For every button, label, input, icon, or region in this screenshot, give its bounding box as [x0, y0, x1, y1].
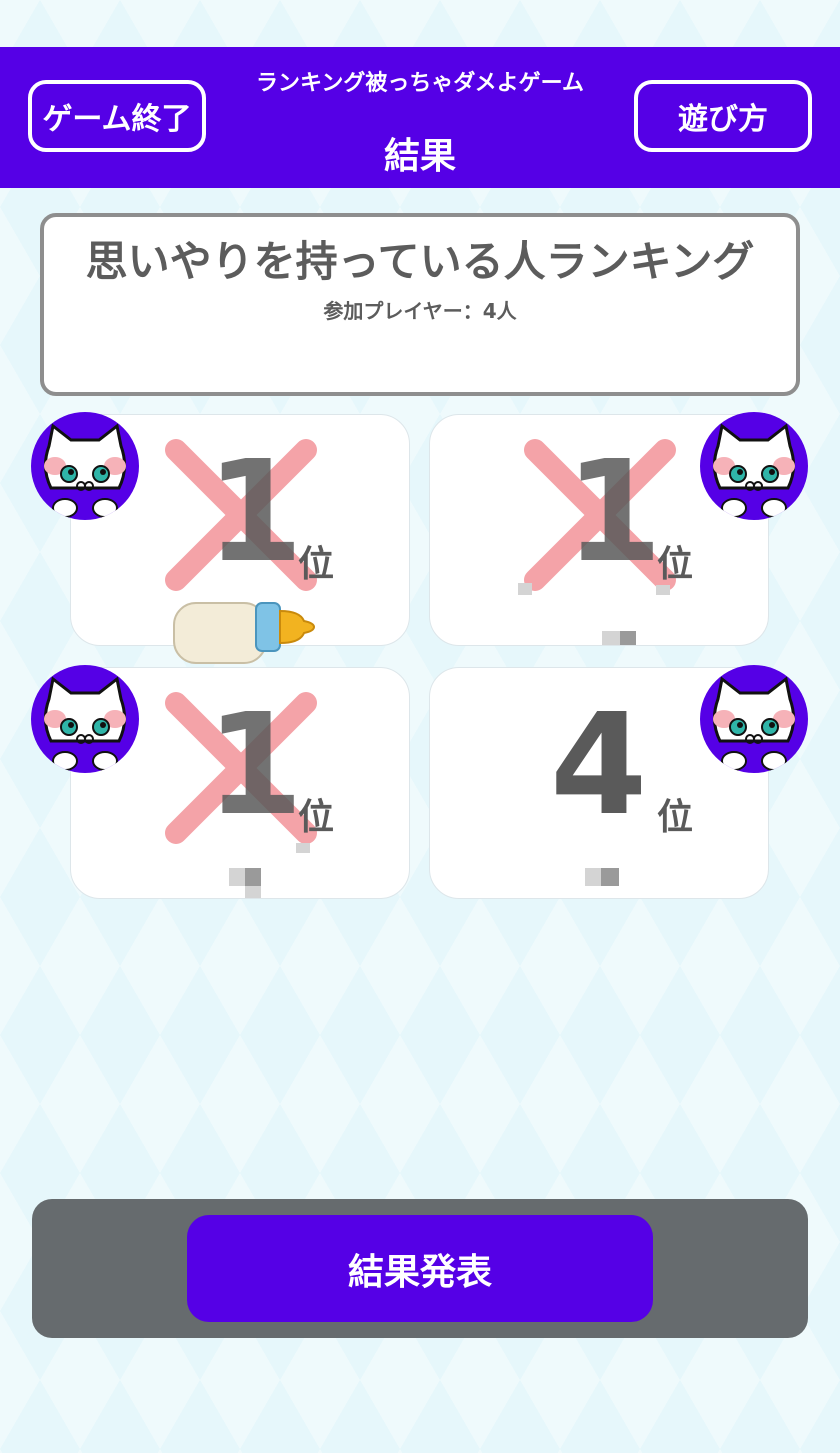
pixelated-name	[245, 886, 261, 898]
header-bar: ゲーム終了 ランキング被っちゃダメよゲーム 結果 遊び方	[0, 47, 840, 188]
rank-number: 1	[206, 684, 304, 847]
rank-number: 1	[206, 431, 304, 594]
pixelated-name	[656, 585, 670, 595]
pixelated-name	[296, 843, 310, 853]
pixelated-name	[245, 868, 261, 886]
pixelated-name	[518, 583, 532, 595]
ranking-theme-title: 思いやりを持っている人ランキング	[85, 237, 755, 286]
cat-avatar-icon	[31, 412, 139, 520]
rank-unit: 位	[657, 544, 694, 585]
baby-bottle-icon	[173, 602, 316, 664]
rank-unit: 位	[298, 797, 335, 838]
player-count: 参加プレイヤー：4人	[323, 299, 517, 323]
pixelated-name	[585, 868, 601, 886]
pixelated-name	[601, 868, 619, 886]
rank-number: 4	[550, 684, 648, 847]
pixelated-name	[229, 868, 245, 886]
announce-results-button[interactable]: 結果発表	[187, 1215, 653, 1322]
rank-number: 1	[565, 431, 663, 594]
how-to-play-button[interactable]: 遊び方	[634, 80, 812, 152]
pixelated-name	[620, 631, 636, 645]
bottom-action-bar: 結果発表	[32, 1199, 808, 1338]
rank-unit: 位	[657, 797, 694, 838]
rank-unit: 位	[298, 544, 335, 585]
ranking-theme-box: 思いやりを持っている人ランキング 参加プレイヤー：4人	[40, 213, 800, 396]
cat-avatar-icon	[700, 665, 808, 773]
cat-avatar-icon	[700, 412, 808, 520]
cat-avatar-icon	[31, 665, 139, 773]
pixelated-name	[602, 631, 620, 645]
